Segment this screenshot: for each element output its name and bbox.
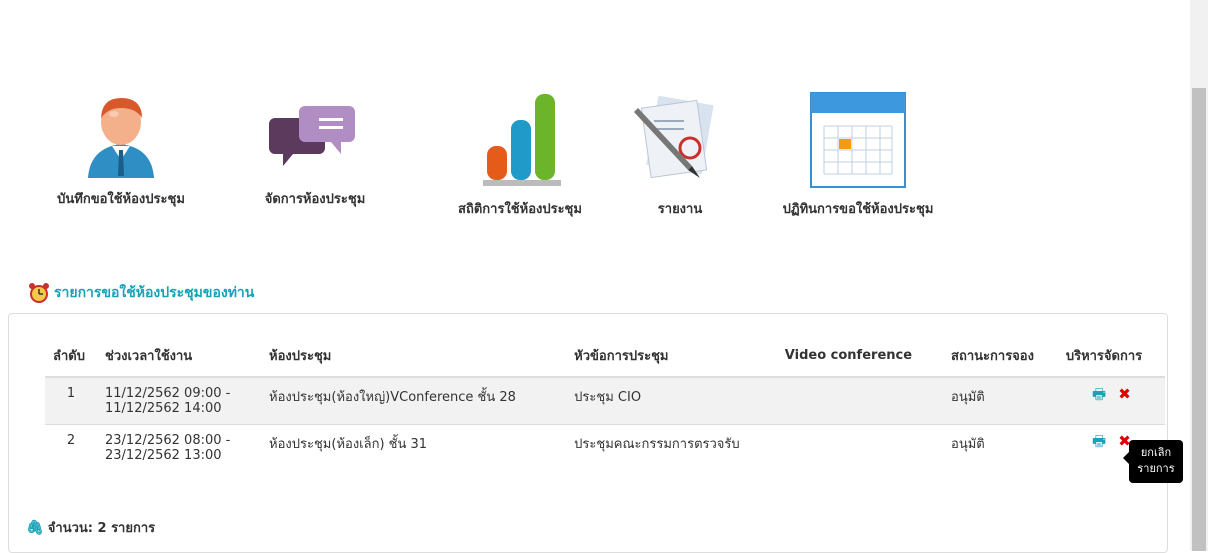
menu-item-calendar[interactable]: ปฏิทินการขอใช้ห้องประชุม bbox=[768, 90, 948, 219]
scrollbar-thumb[interactable] bbox=[1192, 88, 1206, 551]
record-count: 🖇 จำนวน: 2 รายการ bbox=[26, 517, 155, 538]
cell-video bbox=[776, 377, 944, 425]
document-pen-icon bbox=[634, 95, 714, 179]
col-header-room: ห้องประชุม bbox=[261, 341, 567, 378]
bar-chart-icon bbox=[483, 94, 561, 186]
table-row: 1 11/12/2562 09:00 - 11/12/2562 14:00 ห้… bbox=[45, 377, 1165, 425]
cell-room: ห้องประชุม(ห้องใหญ่)VConference ชั้น 28 bbox=[261, 377, 567, 425]
booking-table: ลำดับ ช่วงเวลาใช้งาน ห้องประชุม หัวข้อกา… bbox=[45, 341, 1165, 471]
cell-room: ห้องประชุม(ห้องเล็ก) ชั้น 31 bbox=[261, 424, 567, 471]
tooltip-line2: รายการ bbox=[1137, 462, 1175, 475]
menu-item-statistics[interactable]: สถิติการใช้ห้องประชุม bbox=[440, 90, 600, 219]
printer-icon[interactable]: 🖶 bbox=[1092, 433, 1106, 449]
cancel-tooltip: ยกเลิก รายการ bbox=[1123, 440, 1183, 483]
chat-bubbles-icon bbox=[269, 106, 355, 166]
menu-label: จัดการห้องประชุม bbox=[264, 192, 366, 207]
cell-topic: ประชุม CIO bbox=[566, 377, 777, 425]
cell-topic: ประชุมคณะกรรมการตรวจรับ bbox=[566, 424, 777, 471]
time-start: 23/12/2562 08:00 - bbox=[105, 433, 231, 448]
time-end: 11/12/2562 14:00 bbox=[105, 401, 222, 416]
alarm-clock-icon bbox=[29, 283, 49, 303]
cell-video bbox=[776, 424, 944, 471]
cell-no: 2 bbox=[45, 424, 97, 471]
record-count-text: จำนวน: 2 รายการ bbox=[47, 521, 156, 536]
cell-no: 1 bbox=[45, 377, 97, 425]
cell-time: 11/12/2562 09:00 - 11/12/2562 14:00 bbox=[97, 377, 262, 425]
col-header-time: ช่วงเวลาใช้งาน bbox=[97, 341, 262, 378]
cell-time: 23/12/2562 08:00 - 23/12/2562 13:00 bbox=[97, 424, 262, 471]
close-icon[interactable]: ✖ bbox=[1118, 386, 1131, 402]
col-header-status: สถานะการจอง bbox=[943, 341, 1058, 378]
section-title: รายการขอใช้ห้องประชุมของท่าน bbox=[28, 282, 254, 304]
tooltip-line1: ยกเลิก bbox=[1140, 446, 1172, 459]
menu-label: บันทึกขอใช้ห้องประชุม bbox=[57, 192, 185, 207]
table-header-row: ลำดับ ช่วงเวลาใช้งาน ห้องประชุม หัวข้อกา… bbox=[45, 341, 1165, 378]
cell-status: อนุมัติ bbox=[943, 424, 1058, 471]
table-row: 2 23/12/2562 08:00 - 23/12/2562 13:00 ห้… bbox=[45, 424, 1165, 471]
time-end: 23/12/2562 13:00 bbox=[105, 448, 222, 463]
menu-label: ปฏิทินการขอใช้ห้องประชุม bbox=[782, 202, 934, 217]
menu-item-reports[interactable]: รายงาน bbox=[630, 90, 730, 219]
menu-item-manage-rooms[interactable]: จัดการห้องประชุม bbox=[240, 90, 390, 209]
booking-panel: ลำดับ ช่วงเวลาใช้งาน ห้องประชุม หัวข้อกา… bbox=[8, 313, 1168, 553]
col-header-video: Video conference bbox=[776, 341, 944, 378]
time-start: 11/12/2562 09:00 - bbox=[105, 386, 231, 401]
paperclip-icon: 🖇 bbox=[26, 519, 44, 536]
cell-actions: 🖶 ✖ bbox=[1057, 377, 1165, 425]
col-header-no: ลำดับ bbox=[45, 341, 97, 378]
vertical-scrollbar[interactable] bbox=[1190, 0, 1208, 551]
user-avatar-icon bbox=[88, 98, 154, 178]
menu-label: สถิติการใช้ห้องประชุม bbox=[458, 202, 582, 217]
col-header-topic: หัวข้อการประชุม bbox=[566, 341, 777, 378]
menu-label: รายงาน bbox=[657, 202, 703, 217]
cell-status: อนุมัติ bbox=[943, 377, 1058, 425]
section-title-text: รายการขอใช้ห้องประชุมของท่าน bbox=[54, 285, 255, 301]
menu-item-book-room[interactable]: บันทึกขอใช้ห้องประชุม bbox=[36, 90, 206, 209]
main-menu: บันทึกขอใช้ห้องประชุม จัดการห้องประชุม ส… bbox=[0, 0, 1190, 240]
printer-icon[interactable]: 🖶 bbox=[1092, 386, 1106, 402]
col-header-actions: บริหารจัดการ bbox=[1057, 341, 1165, 378]
calendar-icon bbox=[810, 92, 906, 188]
